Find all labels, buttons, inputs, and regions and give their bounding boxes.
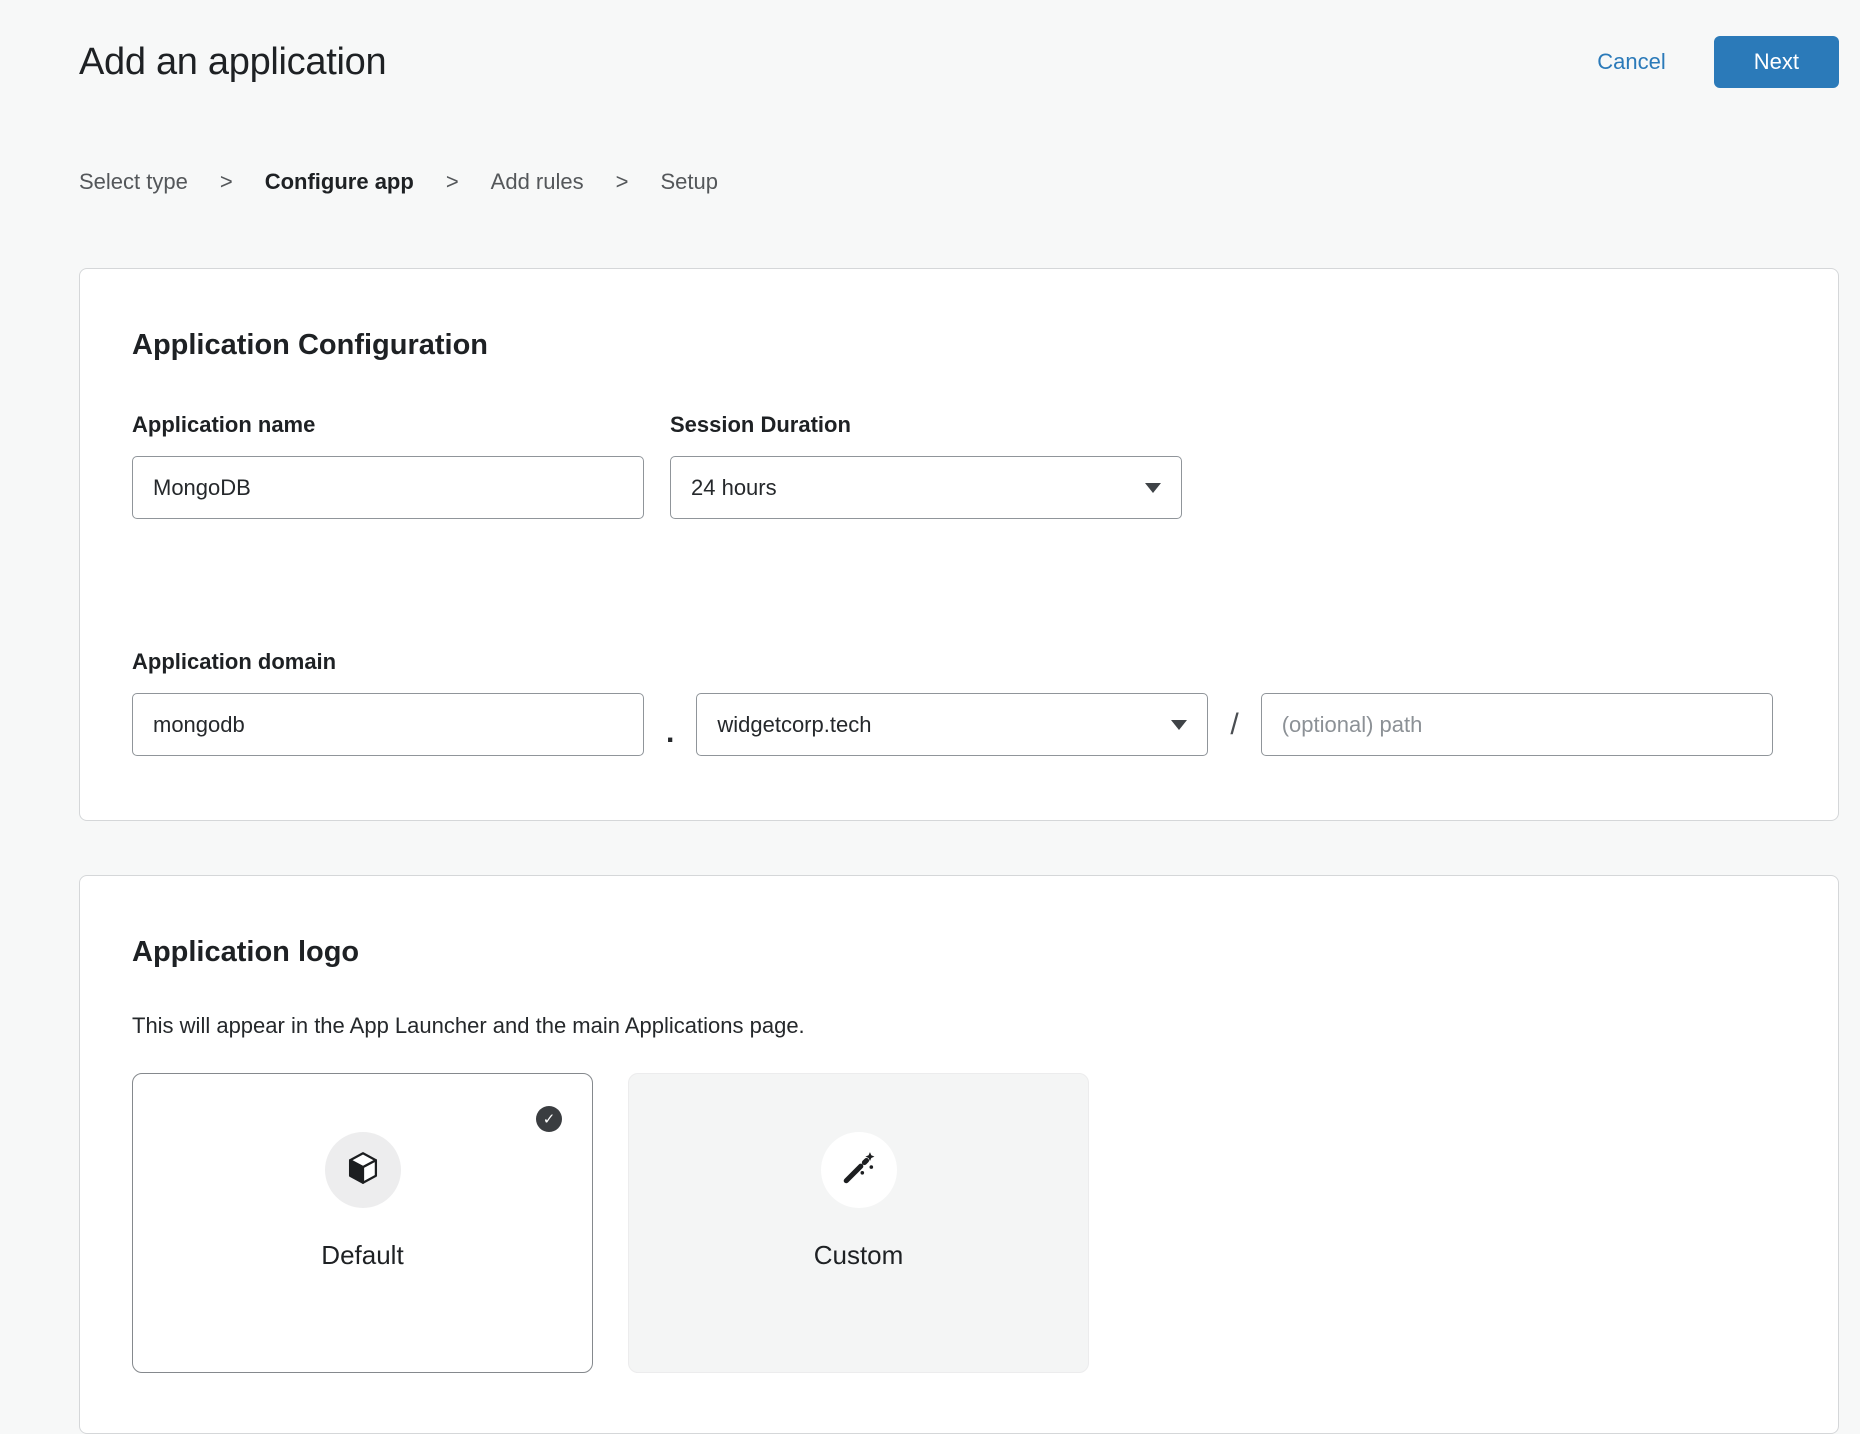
cube-icon xyxy=(345,1150,381,1191)
logo-option-custom[interactable]: Custom xyxy=(628,1073,1089,1373)
subdomain-input[interactable] xyxy=(132,693,644,756)
page: Add an application Cancel Next Select ty… xyxy=(0,0,1860,1434)
default-logo-circle xyxy=(325,1132,401,1208)
wizard-steps: Select type > Configure app > Add rules … xyxy=(79,168,1839,196)
logo-option-default[interactable]: ✓ Default xyxy=(132,1073,593,1373)
chevron-down-icon xyxy=(1171,720,1187,730)
step-separator: > xyxy=(220,168,233,196)
step-configure-app[interactable]: Configure app xyxy=(265,168,414,196)
step-separator: > xyxy=(616,168,629,196)
next-button[interactable]: Next xyxy=(1714,36,1839,88)
domain-select-value: widgetcorp.tech xyxy=(717,712,871,738)
slash-separator: / xyxy=(1230,708,1238,742)
header-actions: Cancel Next xyxy=(1597,36,1839,88)
selected-check-icon: ✓ xyxy=(536,1106,562,1132)
application-configuration-title: Application Configuration xyxy=(132,329,1786,362)
application-configuration-card: Application Configuration Application na… xyxy=(79,268,1839,821)
application-domain-label: Application domain xyxy=(132,649,1786,675)
step-separator: > xyxy=(446,168,459,196)
application-logo-card: Application logo This will appear in the… xyxy=(79,875,1839,1434)
session-duration-field: Session Duration 24 hours xyxy=(670,412,1182,519)
session-duration-label: Session Duration xyxy=(670,412,1182,438)
cancel-button[interactable]: Cancel xyxy=(1597,49,1665,75)
application-logo-description: This will appear in the App Launcher and… xyxy=(132,1013,1786,1039)
custom-logo-circle xyxy=(821,1132,897,1208)
dot-separator: . xyxy=(666,718,674,756)
application-name-input[interactable] xyxy=(132,456,644,519)
logo-options: ✓ Default xyxy=(132,1073,1786,1373)
logo-option-default-label: Default xyxy=(321,1240,403,1270)
application-name-field: Application name xyxy=(132,412,644,519)
application-logo-title: Application logo xyxy=(132,936,1786,969)
step-select-type[interactable]: Select type xyxy=(79,168,188,196)
logo-option-custom-label: Custom xyxy=(814,1240,904,1270)
path-input[interactable] xyxy=(1261,693,1773,756)
application-domain-row: . widgetcorp.tech / xyxy=(132,693,1786,756)
step-setup: Setup xyxy=(660,168,718,196)
session-duration-value: 24 hours xyxy=(691,475,777,501)
session-duration-select[interactable]: 24 hours xyxy=(670,456,1182,519)
wand-sparkles-icon xyxy=(841,1150,877,1191)
domain-select[interactable]: widgetcorp.tech xyxy=(696,693,1208,756)
page-header: Add an application Cancel Next xyxy=(79,26,1839,98)
step-add-rules: Add rules xyxy=(491,168,584,196)
application-name-label: Application name xyxy=(132,412,644,438)
name-session-row: Application name Session Duration 24 hou… xyxy=(132,412,1786,519)
page-title: Add an application xyxy=(79,41,386,84)
chevron-down-icon xyxy=(1145,483,1161,493)
